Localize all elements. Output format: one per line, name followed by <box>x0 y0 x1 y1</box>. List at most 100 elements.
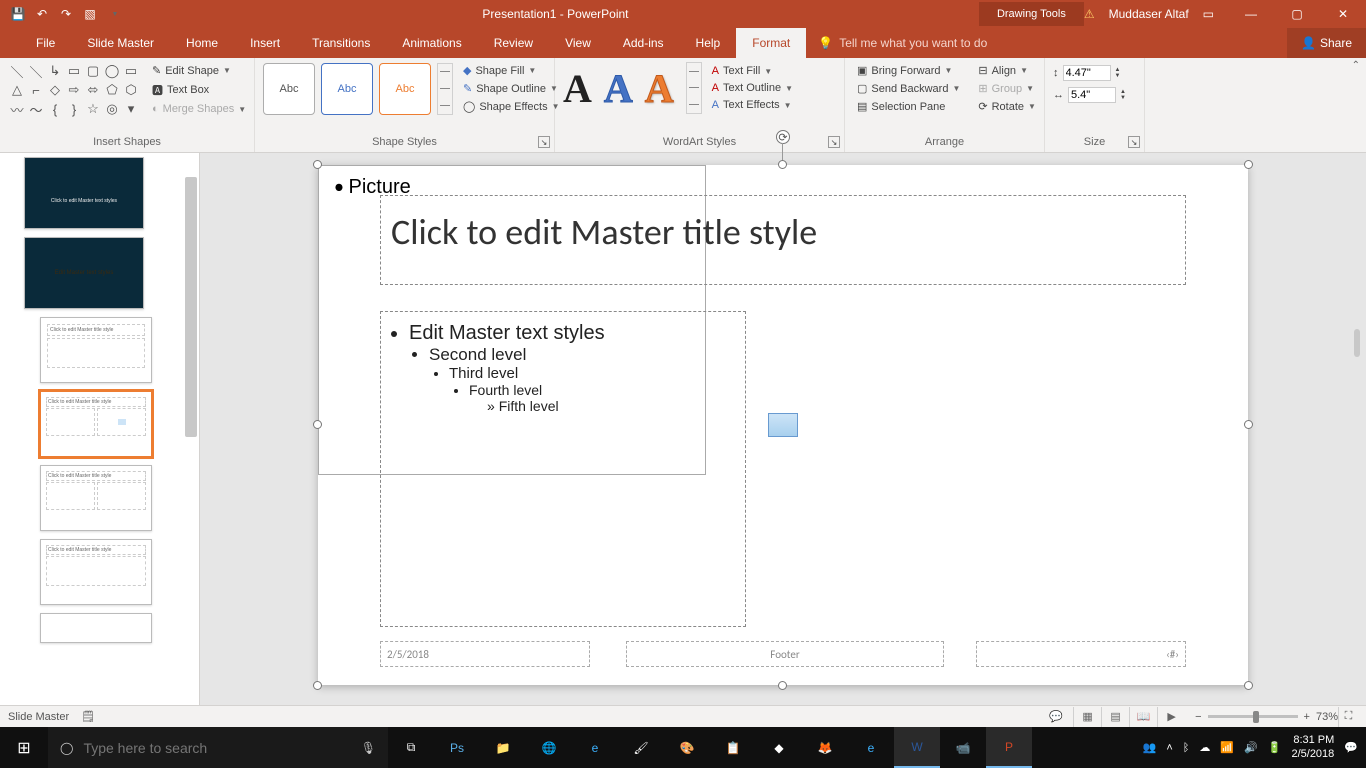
shape-styles-dialog-launcher[interactable]: ↘ <box>538 136 550 148</box>
app1-icon[interactable]: 🖌 <box>618 727 664 768</box>
resize-handle-mr[interactable] <box>1244 420 1253 429</box>
qat-more-icon[interactable] <box>106 6 122 22</box>
text-effects-button[interactable]: AText Effects▼ <box>708 97 797 113</box>
tab-file[interactable]: File <box>20 28 71 58</box>
layout-thumbnail-4[interactable]: Click to edit Master title style <box>40 391 197 457</box>
insert-picture-icon[interactable] <box>768 413 798 437</box>
shapes-gallery[interactable]: ＼ ＼ ↳ ▭ ▢ ◯ ▭ △ ⌐ ◇ ⇨ ⬄ ⬠ ⬡ 〰 〜 { } ☆ ◎ <box>8 62 140 118</box>
tab-add-ins[interactable]: Add-ins <box>607 28 680 58</box>
shape-effects-button[interactable]: ◯Shape Effects▼ <box>459 98 564 115</box>
app3-icon[interactable]: 📋 <box>710 727 756 768</box>
style-preset-2[interactable]: Abc <box>321 63 373 115</box>
task-view-icon[interactable]: ⧉ <box>388 727 434 768</box>
tab-review[interactable]: Review <box>478 28 549 58</box>
title-text[interactable]: Click to edit Master title style <box>391 210 1175 254</box>
taskbar-clock[interactable]: 8:31 PM 2/5/2018 <box>1291 734 1334 760</box>
zoom-slider[interactable] <box>1208 715 1298 718</box>
photoshop-icon[interactable]: Ps <box>434 727 480 768</box>
redo-icon[interactable]: ↷ <box>58 6 74 22</box>
resize-handle-tl[interactable] <box>313 160 322 169</box>
footer-placeholder[interactable]: Footer <box>626 641 944 667</box>
undo-icon[interactable]: ↶ <box>34 6 50 22</box>
fit-to-window-icon[interactable]: ⛶ <box>1338 707 1358 727</box>
shape-rect-icon[interactable]: ▭ <box>65 62 83 80</box>
width-spinner[interactable]: ▲▼ <box>1120 89 1126 101</box>
text-box-button[interactable]: 🅰Text Box <box>148 80 250 100</box>
tab-slide-master[interactable]: Slide Master <box>71 28 170 58</box>
share-button[interactable]: 👤 Share <box>1287 28 1366 58</box>
resize-handle-br[interactable] <box>1244 681 1253 690</box>
title-placeholder[interactable]: Click to edit Master title style <box>380 195 1186 285</box>
edge-icon[interactable]: e <box>848 727 894 768</box>
start-from-beginning-icon[interactable]: ▧ <box>82 6 98 22</box>
resize-handle-tm[interactable] <box>778 160 787 169</box>
zoom-in-button[interactable]: + <box>1304 711 1310 723</box>
shape-roundrect-icon[interactable]: ▢ <box>84 62 102 80</box>
shape-brace-icon[interactable]: { <box>46 100 64 118</box>
shape-curve2-icon[interactable]: 〜 <box>27 100 45 118</box>
send-backward-button[interactable]: ▢Send Backward▼ <box>853 80 964 97</box>
app2-icon[interactable]: 🎨 <box>664 727 710 768</box>
shape-elbow-icon[interactable]: ⌐ <box>27 81 45 99</box>
layout-thumbnail-6[interactable]: Click to edit Master title style <box>40 539 197 605</box>
master-thumbnail-1[interactable]: Click to edit Master text styles <box>40 157 197 229</box>
tab-insert[interactable]: Insert <box>234 28 296 58</box>
shape-hex-icon[interactable]: ⬡ <box>122 81 140 99</box>
master-thumbnail-2[interactable]: Edit Master text styles <box>40 237 197 309</box>
wordart-gallery-more[interactable] <box>686 62 702 114</box>
word-icon[interactable]: W <box>894 727 940 768</box>
tab-home[interactable]: Home <box>170 28 234 58</box>
zoom-icon[interactable]: 📹 <box>940 727 986 768</box>
resize-handle-bm[interactable] <box>778 681 787 690</box>
file-explorer-icon[interactable]: 📁 <box>480 727 526 768</box>
size-dialog-launcher[interactable]: ↘ <box>1128 136 1140 148</box>
rotate-handle[interactable] <box>776 130 790 144</box>
shape-curve-icon[interactable]: 〰 <box>8 100 26 118</box>
shapes-more-icon[interactable]: ▾ <box>122 100 140 118</box>
slide-canvas[interactable]: Click to edit Master title style Edit Ma… <box>318 165 1248 685</box>
text-fill-button[interactable]: AText Fill▼ <box>708 63 797 79</box>
height-input[interactable] <box>1063 65 1111 81</box>
microphone-icon[interactable]: 🎙 <box>361 741 376 755</box>
height-spinner[interactable]: ▲▼ <box>1115 67 1121 79</box>
shape-star-icon[interactable]: ☆ <box>84 100 102 118</box>
app4-icon[interactable]: ◆ <box>756 727 802 768</box>
notes-toggle-icon[interactable]: 🗒 <box>81 710 99 723</box>
people-icon[interactable]: 👥 <box>1143 741 1157 754</box>
rotate-button[interactable]: ⟳Rotate▼ <box>974 98 1040 115</box>
shape-outline-button[interactable]: ✎Shape Outline▼ <box>459 80 564 97</box>
shape-arrow2-icon[interactable]: ⬄ <box>84 81 102 99</box>
bullet-level-5[interactable]: Fifth level <box>487 398 737 414</box>
shape-arrow-icon[interactable]: ⇨ <box>65 81 83 99</box>
chrome-icon[interactable]: 🌐 <box>526 727 572 768</box>
shape-callout-icon[interactable]: ◎ <box>103 100 121 118</box>
tell-me-search[interactable]: 💡 Tell me what you want to do <box>818 36 987 50</box>
shape-line2-icon[interactable]: ＼ <box>27 62 45 80</box>
volume-icon[interactable]: 🔊 <box>1244 741 1258 754</box>
shape-brace2-icon[interactable]: } <box>65 100 83 118</box>
edit-shape-button[interactable]: ✎Edit Shape▼ <box>148 62 250 79</box>
start-button[interactable]: ⊞ <box>0 727 48 768</box>
tab-view[interactable]: View <box>549 28 607 58</box>
slide-vertical-scrollbar[interactable] <box>1350 165 1364 693</box>
tray-chevron-up-icon[interactable]: ˄ <box>1166 742 1172 754</box>
battery-icon[interactable]: 🔋 <box>1268 741 1282 754</box>
align-button[interactable]: ⊟Align▼ <box>974 62 1040 79</box>
account-username[interactable]: Muddaser Altaf <box>1109 7 1189 21</box>
comments-icon[interactable]: 💬 <box>1049 710 1063 723</box>
resize-handle-ml[interactable] <box>313 420 322 429</box>
bullet-level-3[interactable]: Third level <box>449 365 737 382</box>
layout-thumbnail-3[interactable]: Click to edit Master title style <box>40 317 197 383</box>
shape-style-gallery[interactable]: Abc Abc Abc <box>263 63 453 115</box>
wordart-preset-2[interactable]: A <box>604 65 633 112</box>
shape-diamond-icon[interactable]: ◇ <box>46 81 64 99</box>
shape-fill-button[interactable]: ◆Shape Fill▼ <box>459 62 564 79</box>
maximize-button[interactable]: ▢ <box>1274 0 1320 28</box>
shape-oval-icon[interactable]: ◯ <box>103 62 121 80</box>
date-placeholder[interactable]: 2/5/2018 <box>380 641 590 667</box>
zoom-out-button[interactable]: − <box>1195 711 1201 723</box>
slide-sorter-icon[interactable]: ▤ <box>1101 707 1129 727</box>
zoom-percentage[interactable]: 73% <box>1316 711 1338 723</box>
wordart-preset-3[interactable]: A <box>645 65 674 112</box>
width-input[interactable] <box>1068 87 1116 103</box>
